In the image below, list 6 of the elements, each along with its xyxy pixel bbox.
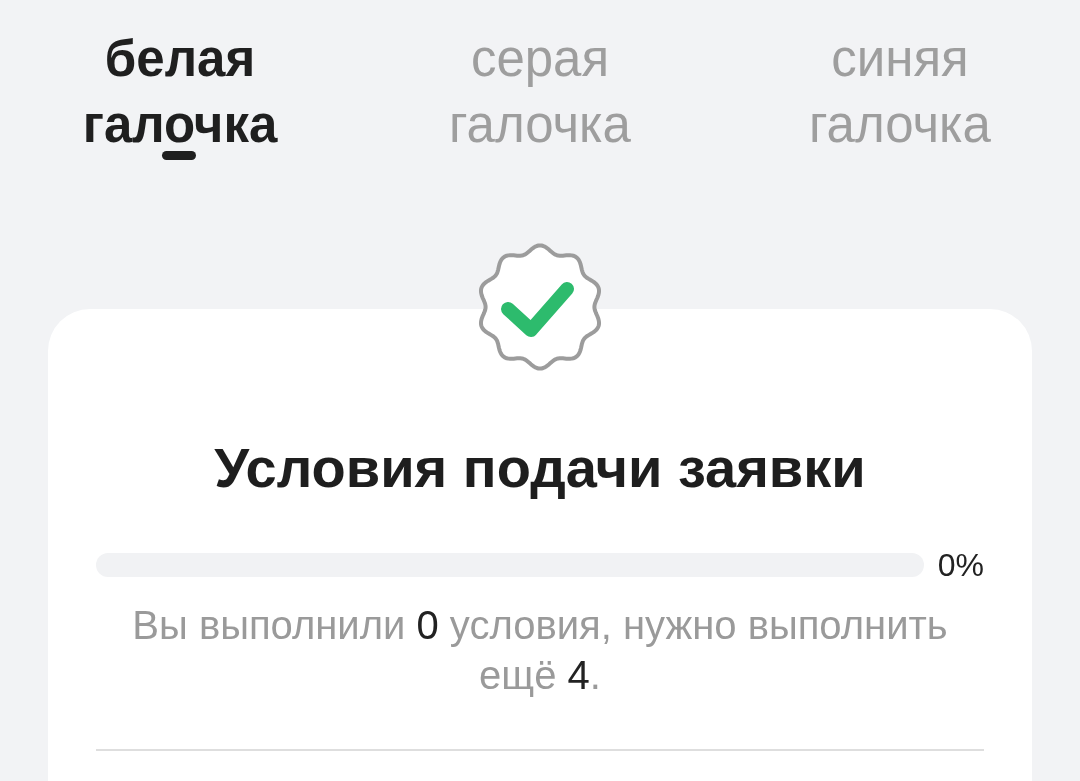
tab[interactable]: синяя галочка <box>809 26 991 160</box>
tab[interactable]: белая галочка <box>82 26 278 160</box>
progress-message: Вы выполнили 0 условия, нужно выполнить ещё 4. <box>131 602 949 699</box>
progress-percent: 0% <box>937 546 984 584</box>
tab[interactable]: серая галочка <box>449 26 631 160</box>
card-title: Условия подачи заявки <box>213 436 867 500</box>
